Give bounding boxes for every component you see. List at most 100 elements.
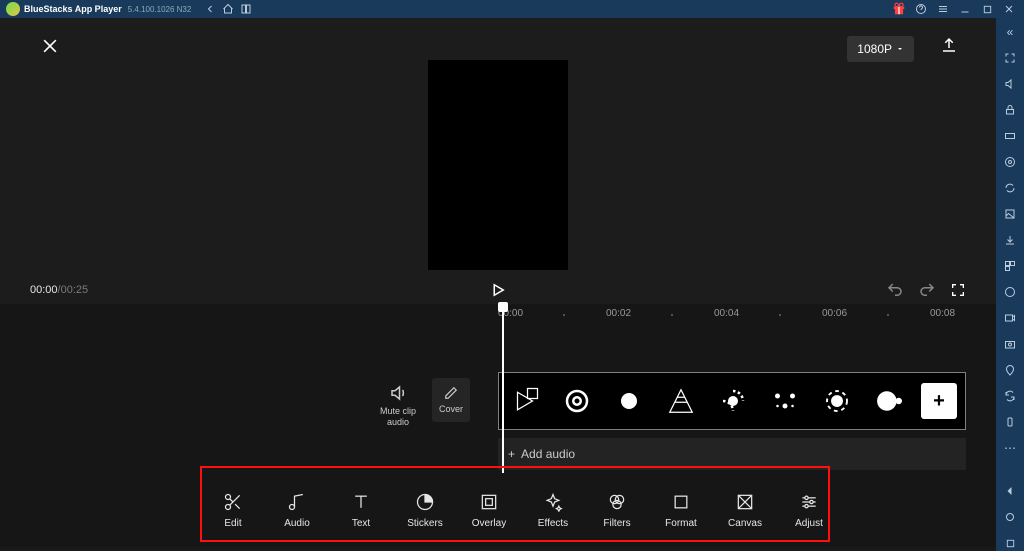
sync-rail-icon[interactable]: [1002, 180, 1018, 196]
clip-thumb[interactable]: [603, 373, 655, 429]
home-icon[interactable]: [219, 0, 237, 18]
recent-icon[interactable]: [237, 0, 255, 18]
tool-format[interactable]: Format: [660, 492, 702, 529]
play-button[interactable]: [489, 281, 507, 299]
cover-label: Cover: [439, 404, 463, 414]
undo-button[interactable]: [886, 281, 904, 299]
clip-thumb[interactable]: [863, 373, 915, 429]
help-icon[interactable]: [912, 0, 930, 18]
clip-thumb[interactable]: [551, 373, 603, 429]
tool-filters[interactable]: Filters: [596, 492, 638, 529]
cover-button[interactable]: Cover: [432, 378, 470, 422]
text-icon: [351, 492, 371, 512]
tool-label: Text: [352, 518, 370, 529]
bluestacks-sidebar: « ⋯: [996, 18, 1024, 551]
current-time: 00:00: [30, 284, 58, 296]
ruler-tick: 00:04: [714, 308, 739, 319]
add-audio-label: Add audio: [521, 447, 575, 461]
resolution-label: 1080P: [857, 42, 892, 56]
clip-thumb[interactable]: [759, 373, 811, 429]
collapse-icon[interactable]: «: [1002, 24, 1018, 40]
gift-icon[interactable]: [890, 0, 908, 18]
lock-rail-icon[interactable]: [1002, 102, 1018, 118]
keyboard-rail-icon[interactable]: [1002, 128, 1018, 144]
fullscreen-button[interactable]: [950, 282, 966, 298]
pencil-icon: [444, 386, 458, 400]
tool-stickers[interactable]: Stickers: [404, 492, 446, 529]
keymap-rail-icon[interactable]: [1002, 154, 1018, 170]
close-window-icon[interactable]: [1000, 0, 1018, 18]
redo-button[interactable]: [918, 281, 936, 299]
shake-rail-icon[interactable]: [1002, 414, 1018, 430]
tool-overlay[interactable]: Overlay: [468, 492, 510, 529]
tool-label: Effects: [538, 518, 568, 529]
ruler-tick: 00:02: [606, 308, 631, 319]
tool-label: Overlay: [472, 518, 506, 529]
tool-audio[interactable]: Audio: [276, 492, 318, 529]
tool-edit[interactable]: Edit: [212, 492, 254, 529]
tool-canvas[interactable]: Canvas: [724, 492, 766, 529]
more-rail-icon[interactable]: ⋯: [1002, 440, 1018, 456]
tool-text[interactable]: Text: [340, 492, 382, 529]
maximize-icon[interactable]: [978, 0, 996, 18]
tool-label: Canvas: [728, 518, 762, 529]
timeline-ruler[interactable]: 00:00 00:02 00:04 00:06 00:08: [488, 304, 996, 328]
screenshot-rail-icon[interactable]: [1002, 336, 1018, 352]
nav-home-rail-icon[interactable]: [1002, 509, 1018, 525]
record-rail-icon[interactable]: [1002, 310, 1018, 326]
add-audio-button[interactable]: + Add audio: [498, 438, 966, 470]
canvas-icon: [735, 492, 755, 512]
tool-label: Edit: [224, 518, 241, 529]
back-icon[interactable]: [201, 0, 219, 18]
install-rail-icon[interactable]: [1002, 232, 1018, 248]
mute-label: Mute clip audio: [376, 406, 420, 428]
plus-icon: +: [508, 447, 515, 461]
nav-recent-rail-icon[interactable]: [1002, 535, 1018, 551]
close-editor-button[interactable]: [40, 36, 60, 56]
add-clip-button[interactable]: +: [921, 383, 957, 419]
playback-controls: 00:00 / 00:25: [0, 276, 996, 304]
video-editor-app: 1080P 00:00 / 00:25: [0, 18, 996, 551]
multi-rail-icon[interactable]: [1002, 258, 1018, 274]
clip-thumb[interactable]: [811, 373, 863, 429]
clip-thumb[interactable]: [499, 373, 551, 429]
speaker-icon: [389, 384, 407, 402]
rotate-rail-icon[interactable]: [1002, 388, 1018, 404]
tool-label: Format: [665, 518, 697, 529]
tool-label: Stickers: [407, 518, 443, 529]
clip-thumb[interactable]: [707, 373, 759, 429]
app-title: BlueStacks App Player: [24, 4, 122, 14]
bluestacks-logo-icon: [6, 2, 20, 16]
music-note-icon: [287, 492, 307, 512]
total-time: 00:25: [61, 284, 89, 296]
mute-clip-audio-button[interactable]: Mute clip audio: [376, 384, 420, 428]
tool-label: Audio: [284, 518, 310, 529]
preview-area: 1080P 00:00 / 00:25: [0, 18, 996, 304]
bluestacks-window: BlueStacks App Player 5.4.100.1026 N32 1…: [0, 0, 1024, 551]
clip-thumb[interactable]: [655, 373, 707, 429]
sticker-icon: [415, 492, 435, 512]
tool-label: Filters: [603, 518, 630, 529]
playhead[interactable]: [502, 304, 504, 473]
tool-label: Adjust: [795, 518, 823, 529]
volume-rail-icon[interactable]: [1002, 76, 1018, 92]
chevron-down-icon: [896, 45, 904, 53]
filters-icon: [607, 492, 627, 512]
title-bar: BlueStacks App Player 5.4.100.1026 N32: [0, 0, 1024, 18]
tool-adjust[interactable]: Adjust: [788, 492, 830, 529]
clip-track[interactable]: +: [498, 372, 966, 430]
fullscreen-rail-icon[interactable]: [1002, 50, 1018, 66]
macro-rail-icon[interactable]: [1002, 284, 1018, 300]
gallery-rail-icon[interactable]: [1002, 206, 1018, 222]
format-icon: [671, 492, 691, 512]
minimize-icon[interactable]: [956, 0, 974, 18]
menu-icon[interactable]: [934, 0, 952, 18]
location-rail-icon[interactable]: [1002, 362, 1018, 378]
export-button[interactable]: [940, 36, 958, 54]
ruler-tick: 00:08: [930, 308, 955, 319]
nav-back-rail-icon[interactable]: [1002, 483, 1018, 499]
resolution-button[interactable]: 1080P: [847, 36, 914, 62]
tool-effects[interactable]: Effects: [532, 492, 574, 529]
bottom-toolbar: Edit Audio Text Stickers Overlay: [0, 473, 996, 547]
video-preview[interactable]: [428, 60, 568, 270]
